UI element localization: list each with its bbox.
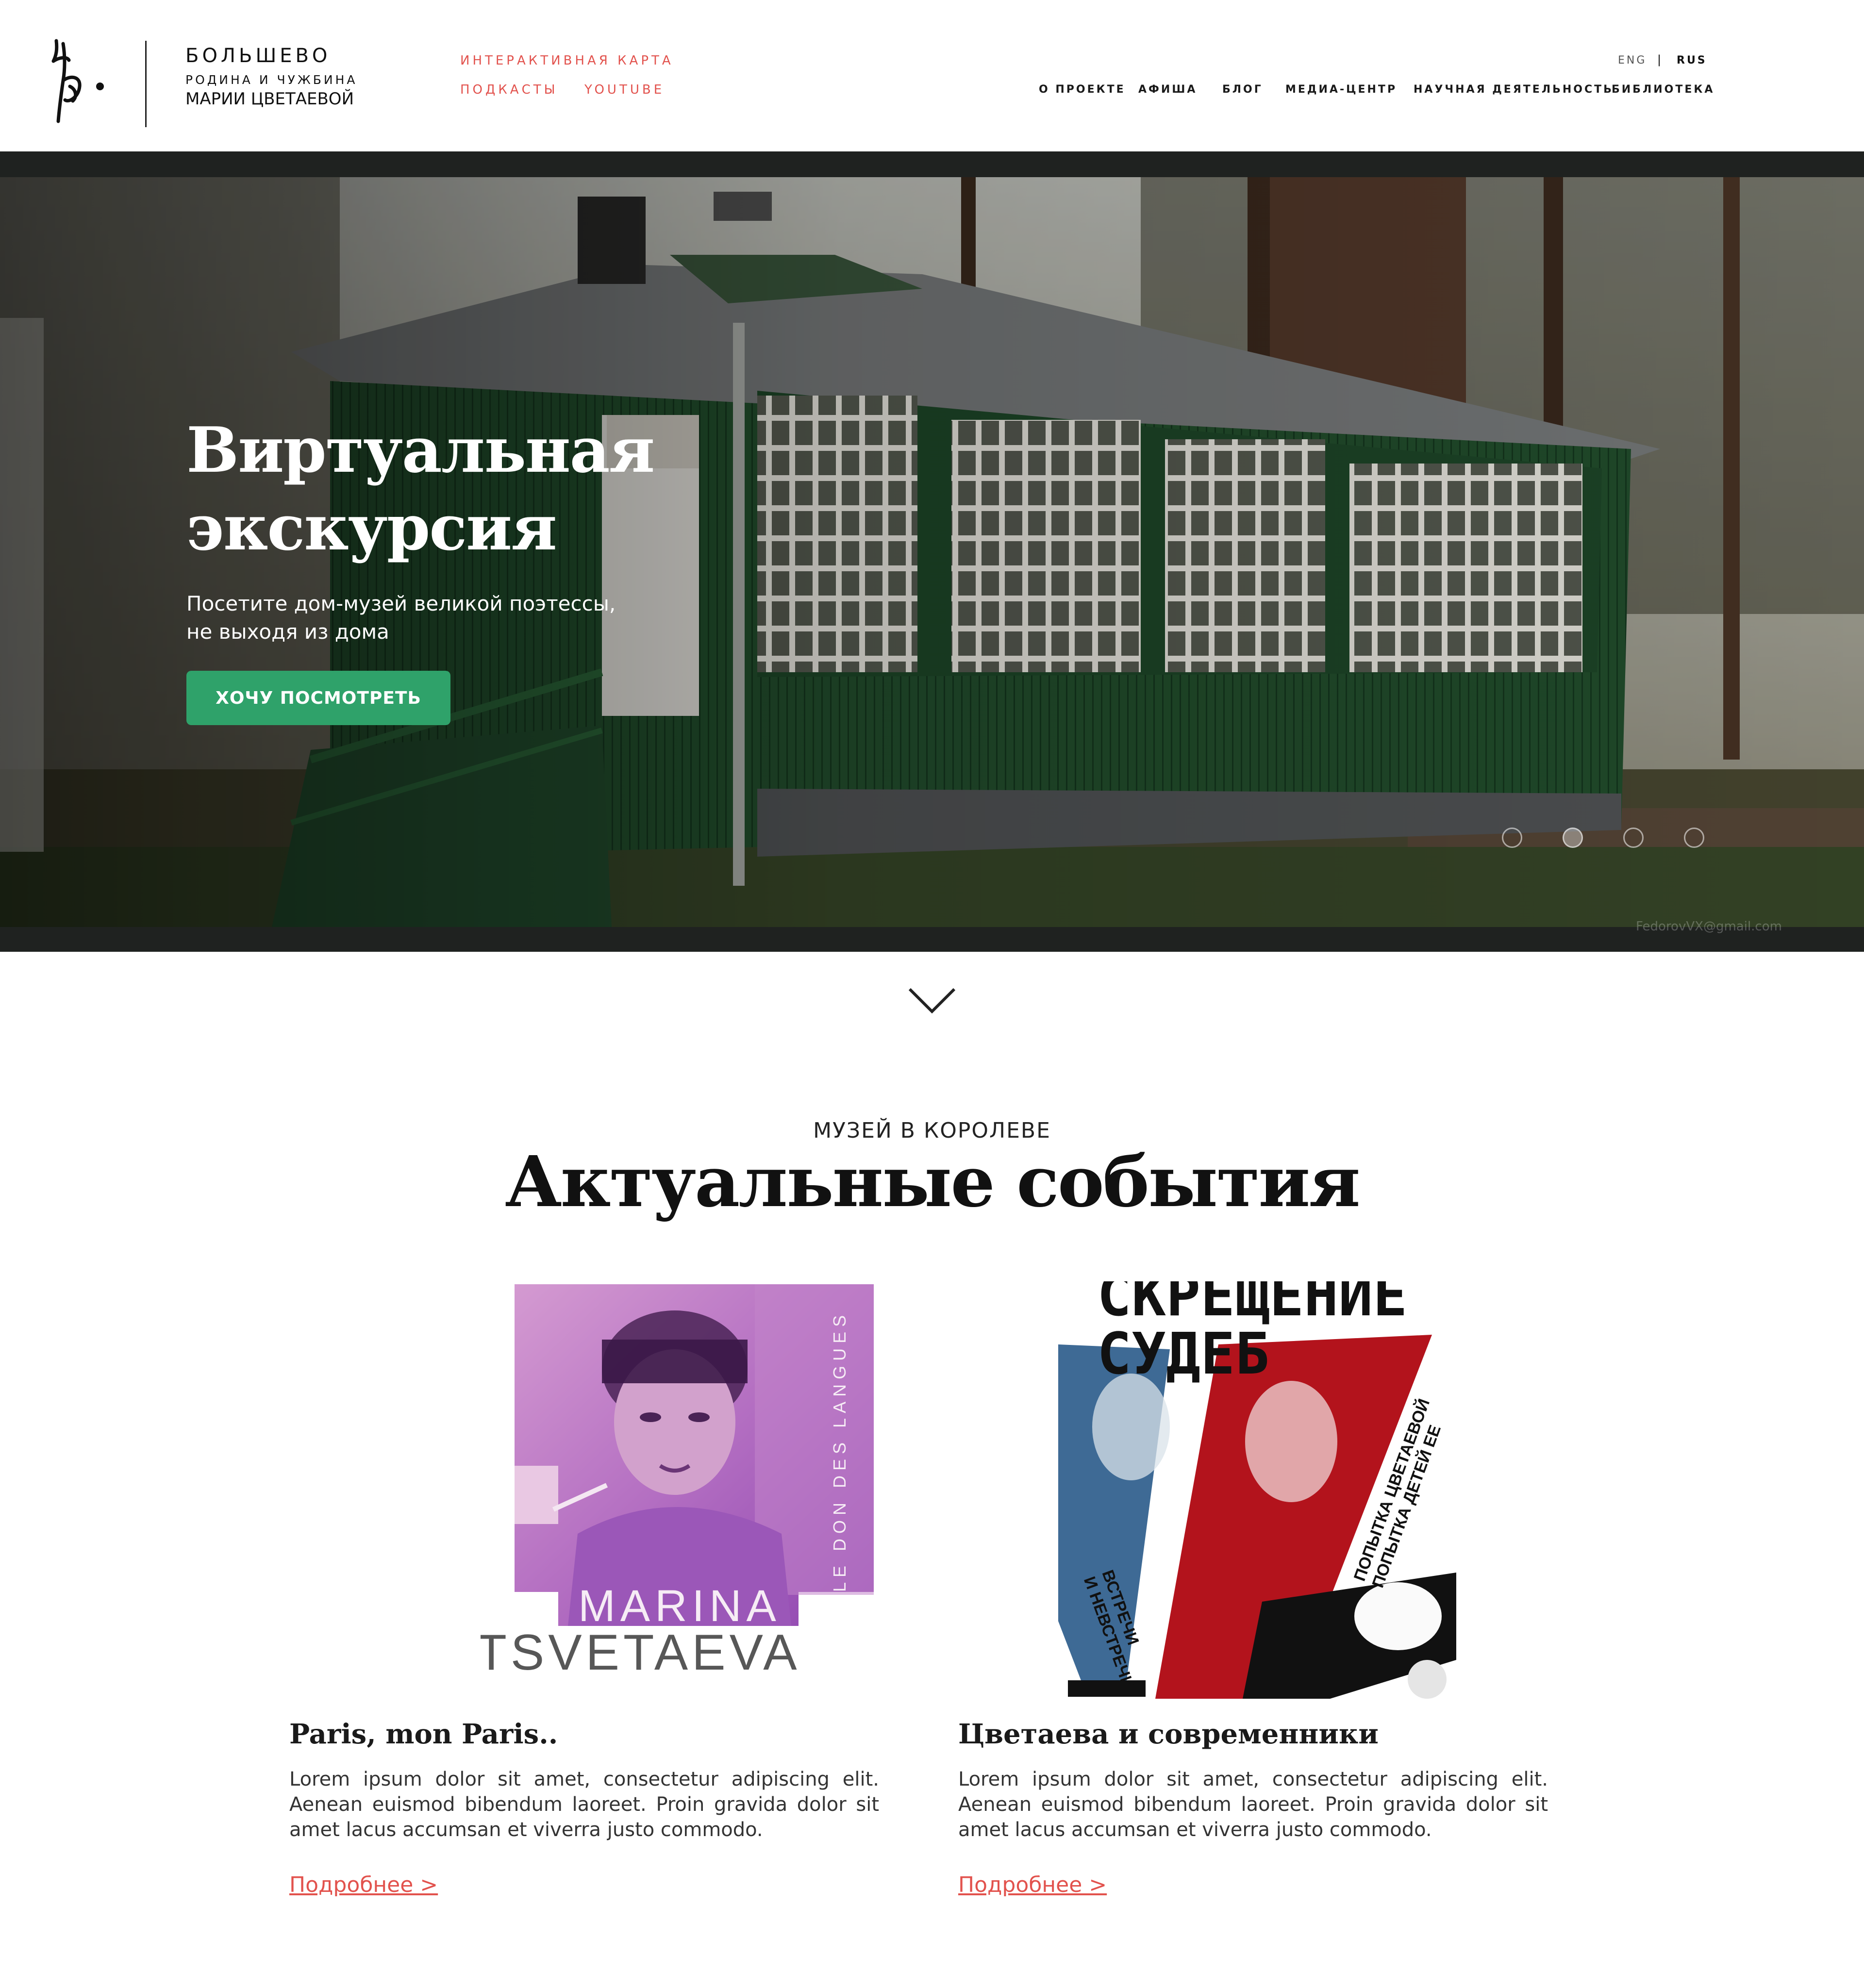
tsvetaeva-monogram-icon[interactable] (49, 36, 116, 128)
nav-item-blog[interactable]: БЛОГ (1222, 83, 1263, 96)
lang-eng[interactable]: ENG (1618, 54, 1647, 66)
chevron-down-icon[interactable] (908, 986, 956, 1015)
event-card-2-title[interactable]: Цветаева и современники (958, 1718, 1379, 1750)
slider-dot-2[interactable] (1563, 828, 1583, 848)
hero-band-bottom (0, 925, 1864, 952)
nav-item-research[interactable]: НАУЧНАЯ ДЕЯТЕЛЬНОСТЬ (1414, 83, 1614, 96)
event-poster-skreshchenie-sudeb[interactable]: СКРЕЩЕНИЕ СУДЕБ ПОПЫТКА ЦВЕТАЕВОЙ ПОПЫТК… (1058, 1281, 1466, 1704)
nav-link-interactive-map[interactable]: ИНТЕРАКТИВНАЯ КАРТА (460, 53, 674, 68)
poster-vertical-text: LE DON DES LANGUES (830, 1310, 849, 1592)
hero-title-line-2: экскурсия (186, 492, 557, 564)
slider-dot-4[interactable] (1684, 828, 1704, 848)
slider-dot-1[interactable] (1502, 828, 1522, 848)
poster-name-tsvetaeva: TSVETAEVA (481, 1624, 801, 1681)
event-card-1-more-link[interactable]: Подробнее > (289, 1872, 438, 1897)
hero-description-line-1: Посетите дом-музей великой поэтессы, (186, 592, 616, 615)
nav-link-podcasts[interactable]: ПОДКАСТЫ (460, 83, 558, 97)
brand-name[interactable]: БОЛЬШЕВО (185, 45, 331, 67)
hero-slider: Виртуальная экскурсия Посетите дом-музей… (0, 177, 1864, 927)
section-title: Актуальные события (505, 1141, 1360, 1223)
watch-tour-button[interactable]: ХОЧУ ПОСМОТРЕТЬ (186, 671, 450, 725)
lang-rus[interactable]: RUS (1677, 54, 1707, 66)
logo-divider (145, 41, 147, 127)
nav-link-youtube[interactable]: YOUTUBE (584, 83, 665, 97)
photo-watermark: FedorovVX@gmail.com (1636, 919, 1782, 934)
poster-name-marina: MARINA (578, 1581, 781, 1631)
hero-description: Посетите дом-музей великой поэтессы, не … (186, 590, 672, 646)
brand-subtitle: РОДИНА И ЧУЖБИНА (185, 73, 358, 87)
nav-item-media-center[interactable]: МЕДИА-ЦЕНТР (1285, 83, 1397, 96)
hero-title-line-1: Виртуальная (186, 414, 655, 487)
poster-head-2: СУДЕБ (1097, 1320, 1269, 1387)
site-header: БОЛЬШЕВО РОДИНА И ЧУЖБИНА МАРИИ ЦВЕТАЕВО… (0, 0, 1864, 151)
slider-dot-3[interactable] (1623, 828, 1644, 848)
section-kicker: МУЗЕЙ В КОРОЛЕВЕ (813, 1118, 1051, 1143)
lang-separator: | (1657, 53, 1662, 66)
event-poster-marina-tsvetaeva[interactable]: LE DON DES LANGUES MARINA TSVETAEVA (481, 1281, 879, 1684)
event-card-2-more-link[interactable]: Подробнее > (958, 1872, 1107, 1897)
event-card-2-description: Lorem ipsum dolor sit amet, consectetur … (958, 1768, 1548, 1841)
event-card-1-description: Lorem ipsum dolor sit amet, consectetur … (289, 1768, 879, 1841)
hero-title: Виртуальная экскурсия (186, 412, 720, 567)
nav-item-about[interactable]: О ПРОЕКТЕ (1039, 83, 1126, 96)
event-card-1-title[interactable]: Paris, mon Paris.. (289, 1718, 558, 1750)
hero-description-line-2: не выходя из дома (186, 620, 389, 644)
brand-subtitle-2: МАРИИ ЦВЕТАЕВОЙ (185, 89, 354, 109)
nav-item-library[interactable]: БИБЛИОТЕКА (1612, 83, 1714, 96)
nav-item-afisha[interactable]: АФИША (1138, 83, 1197, 96)
